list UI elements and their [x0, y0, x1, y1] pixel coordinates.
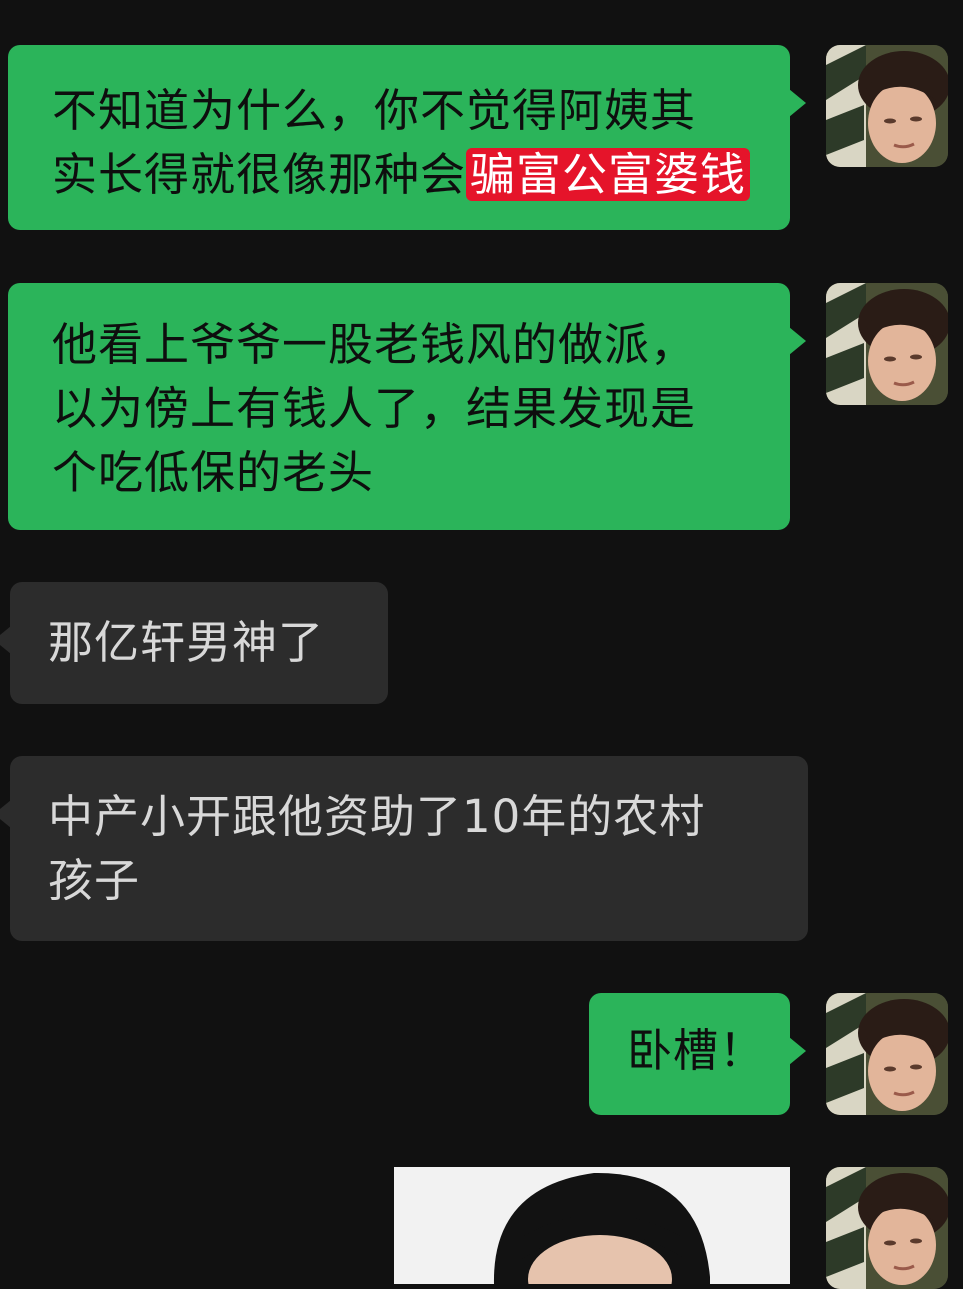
message-bubble-outgoing[interactable]: 他看上爷爷一股老钱风的做派， 以为傍上有钱人了，结果发现是 个吃低保的老头 — [8, 283, 806, 530]
bubble-tail — [789, 89, 806, 117]
message-bubble-incoming[interactable]: 中产小开跟他资助了10年的农村 孩子 — [0, 756, 808, 941]
message-text-line: 实长得就很像那种会骗富公富婆钱 — [52, 143, 790, 207]
bubble-tail — [789, 1037, 806, 1065]
avatar-photo-icon — [826, 1167, 948, 1289]
avatar[interactable] — [826, 993, 948, 1115]
message-text-line: 卧槽！ — [627, 1024, 766, 1077]
highlighted-text: 骗富公富婆钱 — [466, 148, 751, 201]
message-bubble-incoming[interactable]: 那亿轩男神了 — [0, 582, 388, 704]
avatar[interactable] — [826, 1167, 948, 1289]
message-text-plain: 实长得就很像那种会 — [52, 148, 467, 201]
message-bubble-outgoing[interactable]: 不知道为什么，你不觉得阿姨其 实长得就很像那种会骗富公富婆钱 — [8, 45, 806, 230]
message-text-line: 以为傍上有钱人了，结果发现是 — [52, 382, 697, 435]
message-bubble-outgoing[interactable]: 卧槽！ — [589, 993, 806, 1115]
photo-thumbnail-icon — [394, 1167, 790, 1284]
message-text-line: 孩子 — [48, 854, 141, 907]
message-text-line: 个吃低保的老头 — [52, 446, 375, 499]
bubble-tail — [0, 626, 11, 654]
message-text-line: 那亿轩男神了 — [48, 616, 325, 669]
message-text-line: 不知道为什么，你不觉得阿姨其 — [52, 84, 697, 137]
avatar[interactable] — [826, 283, 948, 405]
bubble-tail — [0, 800, 11, 828]
avatar-photo-icon — [826, 993, 948, 1115]
message-text-line: 中产小开跟他资助了10年的农村 — [48, 790, 706, 843]
avatar-photo-icon — [826, 45, 948, 167]
avatar-photo-icon — [826, 283, 948, 405]
image-message[interactable] — [394, 1167, 790, 1284]
bubble-tail — [789, 327, 806, 355]
message-text-line: 他看上爷爷一股老钱风的做派， — [52, 318, 697, 371]
avatar[interactable] — [826, 45, 948, 167]
